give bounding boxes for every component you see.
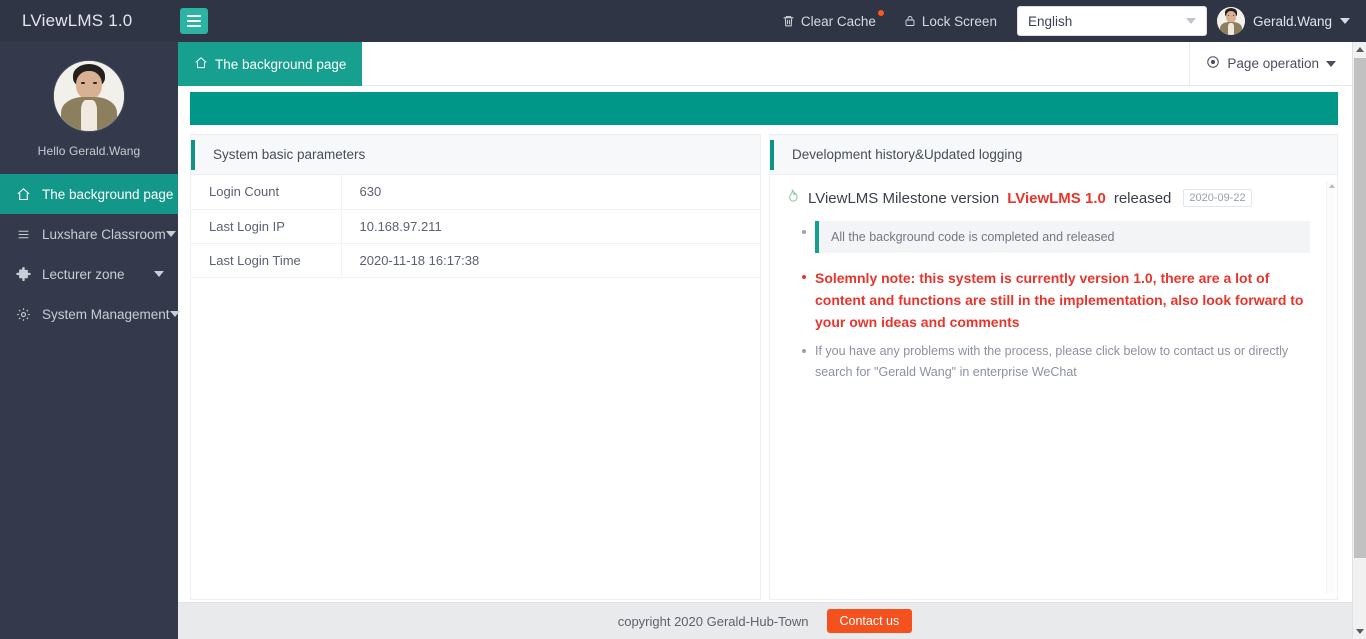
tab-strip-filler: [362, 42, 1190, 85]
teal-banner: [190, 92, 1338, 125]
system-parameters-panel: System basic parameters Login Count 630 …: [190, 134, 761, 600]
sidebar-item-lecturer-zone[interactable]: Lecturer zone: [0, 254, 178, 294]
lock-screen-button[interactable]: Lock Screen: [890, 0, 1011, 42]
log-title-prefix: LViewLMS Milestone version: [807, 189, 1000, 207]
puzzle-icon: [16, 266, 34, 282]
contact-us-button[interactable]: Contact us: [826, 609, 913, 633]
scroll-down-arrow-icon[interactable]: [1353, 624, 1366, 639]
footer: copyright 2020 Gerald-Hub-Town Contact u…: [178, 602, 1352, 639]
app-root: LViewLMS 1.0 Clear Cache Lock Screen Eng…: [0, 0, 1366, 639]
top-header: LViewLMS 1.0 Clear Cache Lock Screen Eng…: [0, 0, 1366, 42]
home-icon: [194, 56, 208, 73]
page-operation-label: Page operation: [1227, 56, 1319, 71]
row-value: 2020-11-18 16:17:38: [341, 243, 760, 278]
list-item: If you have any problems with the proces…: [801, 341, 1315, 383]
sidebar-item-system-management[interactable]: System Management: [0, 294, 180, 334]
chevron-down-icon: [165, 231, 176, 237]
sidebar-item-label: System Management: [42, 306, 170, 322]
tab-background-page[interactable]: The background page: [178, 42, 363, 86]
clear-cache-button[interactable]: Clear Cache: [768, 0, 890, 42]
bullet-icon: [801, 230, 806, 234]
note-box-text: All the background code is completed and…: [814, 221, 1310, 253]
brand-title: LViewLMS 1.0: [22, 11, 133, 30]
user-menu[interactable]: Gerald.Wang: [1216, 7, 1354, 35]
bullet-icon: [801, 349, 806, 353]
window-scrollbar[interactable]: [1352, 42, 1366, 639]
list-icon: [16, 228, 34, 241]
log-title-version: LViewLMS 1.0: [1007, 189, 1106, 207]
sidebar-item-luxshare-classroom[interactable]: Luxshare Classroom: [0, 214, 178, 254]
row-key: Last Login Time: [191, 243, 342, 278]
cache-alert-dot: [877, 10, 884, 16]
sidebar-item-label: The background page: [42, 186, 174, 202]
gear-icon: [16, 307, 34, 322]
log-bullet-list: All the background code is completed and…: [784, 221, 1315, 383]
gray-note-text: If you have any problems with the proces…: [814, 344, 1289, 379]
log-title-suffix: released: [1113, 189, 1172, 207]
development-log-body: LViewLMS Milestone version LViewLMS 1.0 …: [770, 175, 1337, 599]
avatar: [1216, 7, 1245, 35]
table-row: Login Count 630: [191, 175, 760, 210]
profile-greeting: Hello Gerald.Wang: [37, 144, 141, 158]
content-scroll-area: System basic parameters Login Count 630 …: [178, 86, 1352, 602]
chevron-down-icon: [169, 311, 180, 317]
system-parameters-table: Login Count 630 Last Login IP 10.168.97.…: [191, 175, 760, 278]
header-actions: Clear Cache Lock Screen English Gerald.W…: [768, 0, 1366, 42]
row-key: Last Login IP: [191, 209, 342, 244]
sidebar: Hello Gerald.Wang The background page Lu…: [0, 42, 180, 639]
language-select[interactable]: English: [1016, 6, 1207, 36]
row-value: 10.168.97.211: [341, 209, 760, 244]
row-value: 630: [341, 175, 760, 210]
fire-icon: [784, 187, 800, 209]
list-item: Solemnly note: this system is currently …: [801, 267, 1315, 333]
sidebar-item-label: Lecturer zone: [42, 266, 125, 282]
copyright-text: copyright 2020 Gerald-Hub-Town: [617, 613, 809, 629]
trash-icon: [782, 14, 795, 28]
tab-label: The background page: [215, 56, 347, 72]
row-key: Login Count: [191, 175, 342, 210]
sidebar-menu: The background page Luxshare Classroom L…: [0, 174, 180, 334]
scroll-up-icon[interactable]: [1328, 182, 1335, 189]
profile-avatar[interactable]: [53, 60, 125, 132]
log-entry-title: LViewLMS Milestone version LViewLMS 1.0 …: [784, 187, 1315, 209]
user-name-label: Gerald.Wang: [1252, 13, 1332, 29]
sidebar-item-label: Luxshare Classroom: [42, 226, 166, 242]
lock-icon: [904, 14, 916, 28]
red-note-text: Solemnly note: this system is currently …: [814, 270, 1304, 330]
scrollbar-thumb[interactable]: [1354, 58, 1366, 558]
lock-screen-label: Lock Screen: [921, 13, 997, 29]
panel-title: Development history&Updated logging: [769, 135, 1337, 175]
main-content: System basic parameters Login Count 630 …: [178, 86, 1352, 639]
sidebar-item-background-page[interactable]: The background page: [0, 174, 178, 214]
tab-strip: The background page Page operation: [178, 42, 1352, 86]
panel-title: System basic parameters: [191, 135, 760, 175]
panels-row: System basic parameters Login Count 630 …: [184, 134, 1344, 600]
development-log-panel: Development history&Updated logging LVie…: [768, 134, 1338, 600]
chevron-down-icon: [1326, 60, 1336, 67]
log-date-badge: 2020-09-22: [1183, 189, 1252, 207]
chevron-down-icon: [1340, 18, 1350, 24]
table-row: Last Login IP 10.168.97.211: [191, 209, 760, 244]
sidebar-collapse-button[interactable]: [180, 8, 208, 34]
sidebar-profile: Hello Gerald.Wang: [0, 42, 178, 158]
hamburger-icon: [187, 15, 201, 27]
scroll-up-arrow-icon[interactable]: [1353, 42, 1366, 57]
page-operation-menu[interactable]: Page operation: [1189, 42, 1352, 85]
chevron-down-icon: [1185, 18, 1196, 24]
language-value: English: [1027, 13, 1073, 29]
panel-scrollbar[interactable]: [1326, 181, 1335, 593]
bullet-icon: [801, 275, 806, 279]
list-item: All the background code is completed and…: [801, 221, 1315, 253]
app-brand: LViewLMS 1.0: [0, 0, 178, 42]
clear-cache-label: Clear Cache: [800, 13, 876, 29]
table-row: Last Login Time 2020-11-18 16:17:38: [191, 243, 760, 278]
radio-target-icon: [1206, 55, 1220, 72]
chevron-down-icon: [154, 271, 164, 277]
home-icon: [16, 187, 34, 202]
